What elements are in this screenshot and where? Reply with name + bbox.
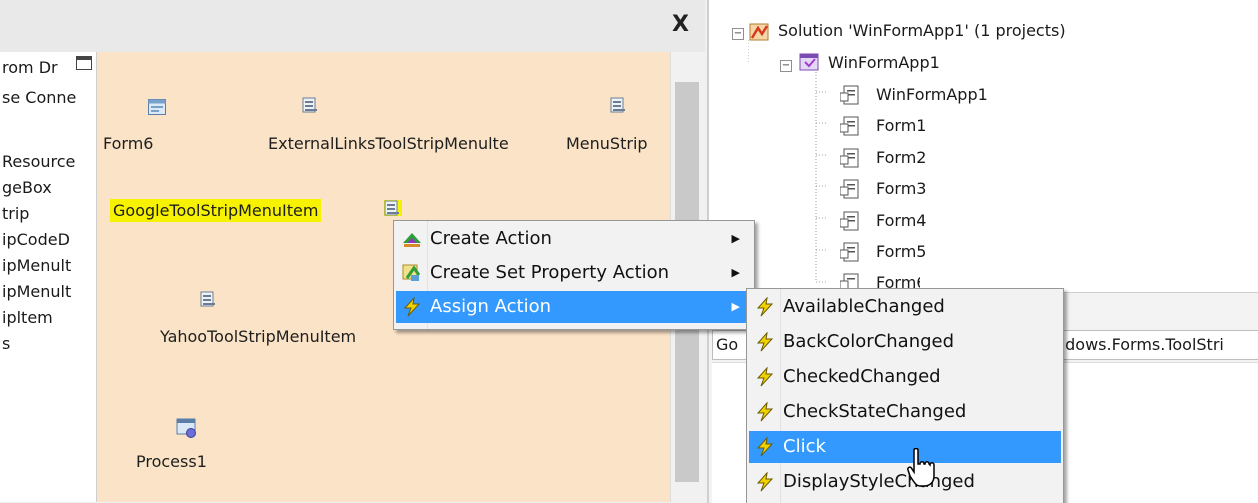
menu-item-label: BackColorChanged <box>783 331 955 352</box>
file-icon <box>840 211 859 231</box>
tree-file-item[interactable]: WinFormApp1 <box>876 85 988 104</box>
object-selector-prefix: Go <box>716 335 739 354</box>
create-action-icon <box>403 233 421 247</box>
object-selector-suffix: ndows.Forms.ToolStri <box>1055 335 1224 354</box>
component-label-highlighted[interactable]: GoogleToolStripMenuItem <box>110 199 322 222</box>
submenu-item-click[interactable]: Click <box>749 431 1061 463</box>
component-icon[interactable] <box>610 97 628 113</box>
tray-panel-header <box>0 0 705 53</box>
solution-node[interactable]: Solution 'WinFormApp1' (1 projects) <box>778 21 1066 40</box>
toolbox-item[interactable]: ipCodeD <box>2 230 70 249</box>
set-property-icon <box>402 264 421 281</box>
hand-pointer-icon <box>907 448 935 487</box>
tree-collapse-toggle[interactable]: − <box>780 60 792 72</box>
component-label[interactable]: Process1 <box>136 452 207 471</box>
submenu-item-checkstatechanged[interactable]: CheckStateChanged <box>749 396 1061 428</box>
menu-item-create-set-property-action[interactable]: Create Set Property Action ▶ <box>396 257 752 289</box>
tree-collapse-toggle[interactable]: − <box>732 28 744 40</box>
submenu-item-displaystylechanged[interactable]: DisplayStyleChanged <box>749 466 1061 498</box>
toolbox-item[interactable]: ipMenult <box>2 282 71 301</box>
close-panel-button[interactable]: X <box>672 12 689 37</box>
context-menu: Create Action ▶ Create Set Property Acti… <box>393 220 755 330</box>
file-icon <box>840 242 859 262</box>
submenu-item-availablechanged[interactable]: AvailableChanged <box>749 291 1061 323</box>
component-icon[interactable] <box>384 200 402 216</box>
toolbox-item[interactable]: ipltem <box>2 308 53 327</box>
menu-item-label: Create Set Property Action <box>430 262 670 283</box>
lightning-icon <box>756 367 774 387</box>
toolbox-item[interactable]: Resource <box>2 152 75 171</box>
lightning-icon <box>756 437 774 457</box>
file-icon <box>840 85 859 105</box>
form-icon[interactable] <box>148 99 166 115</box>
toolbox-item[interactable]: geBox <box>2 178 52 197</box>
component-label[interactable]: MenuStrip <box>566 134 648 153</box>
tree-file-item[interactable]: Form2 <box>876 148 926 167</box>
lightning-icon <box>756 472 774 492</box>
tree-file-item[interactable]: Form5 <box>876 242 926 261</box>
tree-file-item[interactable]: Form3 <box>876 179 926 198</box>
project-icon <box>799 53 819 71</box>
toolbox-panel: rom Dr se Conne Resource geBox trip ipCo… <box>0 52 97 502</box>
submenu-arrow-icon: ▶ <box>731 232 740 245</box>
toolbox-item[interactable]: se Conne <box>2 88 76 107</box>
submenu-arrow-icon: ▶ <box>731 266 740 279</box>
solution-icon <box>749 23 769 41</box>
menu-item-label: Click <box>783 436 826 457</box>
menu-item-label: DisplayStyleChanged <box>783 471 975 492</box>
tree-file-item[interactable]: Form4 <box>876 211 926 230</box>
toolbox-maximize-icon[interactable] <box>76 56 92 70</box>
submenu-item-backcolorchanged[interactable]: BackColorChanged <box>749 326 1061 358</box>
assign-action-submenu: AvailableChanged BackColorChanged Checke… <box>746 288 1064 503</box>
tree-lines <box>748 38 828 283</box>
component-icon[interactable] <box>200 291 218 307</box>
toolbox-item[interactable]: ipMenult <box>2 256 71 275</box>
process-icon[interactable] <box>176 418 198 438</box>
toolbox-item[interactable]: rom Dr <box>2 58 58 77</box>
highlight: GoogleToolStripMenuItem <box>110 199 322 222</box>
toolbox-item[interactable]: trip <box>2 204 29 223</box>
file-icon <box>840 116 859 136</box>
menu-item-assign-action[interactable]: Assign Action ▶ <box>396 291 752 323</box>
submenu-item-checkedchanged[interactable]: CheckedChanged <box>749 361 1061 393</box>
menu-item-label: CheckedChanged <box>783 366 941 387</box>
tree-file-item[interactable]: Form1 <box>876 116 926 135</box>
component-icon[interactable] <box>302 97 320 113</box>
component-label[interactable]: YahooToolStripMenuItem <box>160 327 356 346</box>
lightning-icon <box>756 332 774 352</box>
file-icon <box>840 148 859 168</box>
menu-item-label: Assign Action <box>430 296 551 317</box>
menu-item-label: CheckStateChanged <box>783 401 967 422</box>
component-label[interactable]: ExternalLinksToolStripMenulte <box>268 134 509 153</box>
lightning-icon <box>403 297 421 317</box>
toolbox-item[interactable]: s <box>2 334 10 353</box>
menu-item-create-action[interactable]: Create Action ▶ <box>396 223 752 255</box>
file-icon <box>840 179 859 199</box>
lightning-icon <box>756 297 774 317</box>
project-node[interactable]: WinFormApp1 <box>828 53 940 72</box>
submenu-arrow-icon: ▶ <box>731 300 740 313</box>
component-label[interactable]: Form6 <box>103 134 153 153</box>
lightning-icon <box>756 402 774 422</box>
menu-item-label: Create Action <box>430 228 552 249</box>
menu-item-label: AvailableChanged <box>783 296 945 317</box>
